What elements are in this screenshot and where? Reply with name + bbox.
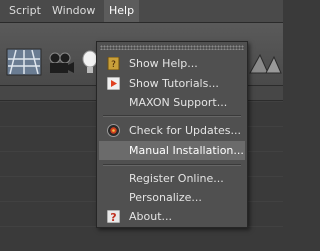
menu-item-show-help[interactable]: ? Show Help...	[99, 54, 245, 73]
menu-item-label: Show Help...	[129, 57, 198, 70]
menu-item-maxon-support[interactable]: MAXON Support...	[99, 93, 245, 112]
menu-bar: Script Window Help	[0, 0, 283, 23]
menu-separator	[103, 115, 241, 117]
help-book-icon: ?	[107, 57, 120, 70]
menu-item-register-online[interactable]: Register Online...	[99, 169, 245, 188]
menu-item-manual-installation[interactable]: Manual Installation...	[99, 141, 245, 160]
menu-script[interactable]: Script	[4, 0, 46, 22]
svg-text:?: ?	[111, 60, 116, 70]
menu-item-label: Check for Updates...	[129, 124, 242, 137]
help-menu-dropdown: ? Show Help... Show Tutorials... MAXON S…	[96, 41, 248, 228]
floor-icon[interactable]	[6, 47, 42, 77]
menu-item-label: MAXON Support...	[129, 96, 228, 109]
update-check-icon	[107, 124, 120, 137]
menu-item-label: Personalize...	[129, 191, 202, 204]
menu-item-show-tutorials[interactable]: Show Tutorials...	[99, 74, 245, 93]
menu-item-label: About...	[129, 210, 173, 223]
menu-item-label: Manual Installation...	[129, 144, 244, 157]
tear-off-grip[interactable]	[100, 45, 244, 50]
menu-item-label: Show Tutorials...	[129, 77, 219, 90]
menu-item-check-updates[interactable]: Check for Updates...	[99, 121, 245, 140]
tutorial-play-icon	[107, 77, 120, 90]
menu-item-about[interactable]: ? About...	[99, 207, 245, 226]
menu-separator	[103, 164, 241, 166]
menu-window[interactable]: Window	[47, 0, 100, 22]
menu-help[interactable]: Help	[104, 0, 140, 22]
menu-item-personalize[interactable]: Personalize...	[99, 188, 245, 207]
svg-text:?: ?	[110, 211, 116, 223]
menu-item-label: Register Online...	[129, 172, 224, 185]
tool-icon[interactable]	[248, 51, 282, 77]
about-icon: ?	[107, 210, 120, 223]
camera-icon[interactable]	[46, 51, 76, 77]
